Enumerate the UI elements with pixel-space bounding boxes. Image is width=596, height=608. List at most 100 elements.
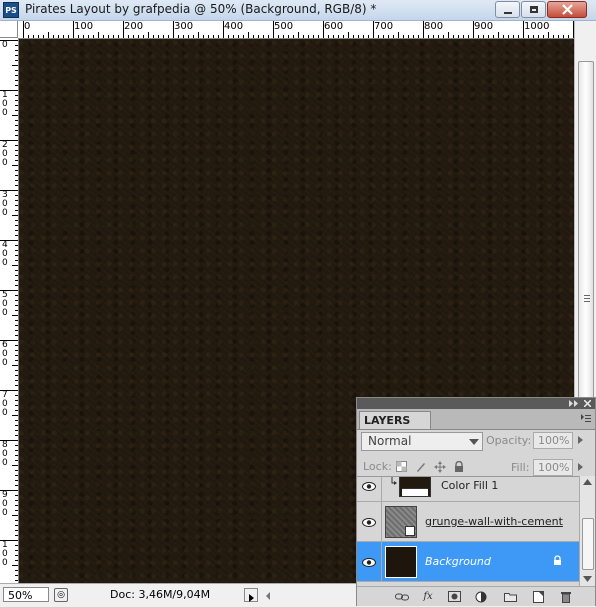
ruler-tick	[15, 550, 18, 551]
ruler-tick	[358, 35, 359, 38]
status-menu-button[interactable]	[244, 588, 258, 602]
photoshop-app-icon[interactable]: PS	[3, 2, 19, 18]
ruler-tick	[393, 35, 394, 38]
smart-object-icon	[405, 526, 415, 536]
opacity-field[interactable]: 100%	[533, 432, 573, 449]
ruler-tick	[15, 555, 18, 556]
horizontal-ruler[interactable]: 0 100 200 300 400 500 600 700 800 900 10…	[18, 21, 574, 39]
ruler-tick	[15, 230, 18, 231]
ruler-label: 400	[2, 240, 8, 268]
ruler-tick	[15, 70, 18, 71]
close-icon[interactable]	[584, 400, 591, 407]
lock-label: Lock:	[363, 460, 392, 473]
panel-header[interactable]	[357, 398, 595, 409]
mask-icon[interactable]	[447, 590, 461, 603]
ruler-tick	[543, 35, 544, 38]
ruler-tick	[15, 275, 18, 276]
ruler-tick	[533, 35, 534, 38]
ruler-tick	[413, 35, 414, 38]
ruler-tick	[453, 35, 454, 38]
ruler-tick	[63, 35, 64, 38]
ruler-tick	[15, 445, 18, 446]
layer-row-grunge[interactable]: grunge-wall-with-cement	[357, 502, 579, 542]
ruler-tick	[408, 35, 409, 38]
ruler-tick	[433, 35, 434, 38]
vertical-ruler[interactable]: 0 100 200 300 400 500 600 700 800 900 10…	[0, 38, 19, 583]
ruler-tick	[298, 32, 299, 38]
ruler-tick	[12, 65, 18, 66]
ruler-tick	[278, 35, 279, 38]
ruler-tick	[553, 35, 554, 38]
collapse-icon[interactable]	[569, 400, 579, 407]
ruler-tick	[503, 35, 504, 38]
document-size[interactable]: Doc: 3,46M/9,04M	[110, 588, 210, 601]
ruler-tick	[458, 35, 459, 38]
ruler-origin[interactable]	[0, 21, 18, 38]
lock-all-icon[interactable]	[452, 460, 465, 473]
ruler-tick	[15, 50, 18, 51]
tab-layers[interactable]: LAYERS	[359, 411, 431, 429]
panel-menu-icon[interactable]	[581, 414, 591, 423]
ruler-tick	[15, 450, 18, 451]
ruler-tick	[15, 475, 18, 476]
ruler-label: 500	[2, 290, 8, 318]
blend-mode-value: Normal	[368, 434, 412, 448]
scroll-left-button[interactable]	[262, 588, 276, 602]
layer-thumbnail	[399, 477, 431, 497]
scroll-down-icon[interactable]	[583, 576, 592, 582]
ruler-tick	[15, 295, 18, 296]
ruler-tick	[12, 465, 18, 466]
minimize-icon	[503, 11, 512, 14]
ruler-tick	[103, 35, 104, 38]
opacity-slider-arrow-icon[interactable]	[578, 436, 583, 444]
trash-icon[interactable]	[559, 590, 573, 603]
ruler-tick	[133, 35, 134, 38]
ruler-tick	[15, 455, 18, 456]
ruler-tick	[468, 35, 469, 38]
status-info-icon[interactable]: ◎	[54, 588, 68, 602]
lock-move-icon[interactable]	[433, 460, 446, 473]
ruler-tick	[523, 21, 524, 38]
lock-transparency-icon[interactable]	[395, 460, 408, 473]
new-layer-icon[interactable]	[531, 590, 545, 603]
ruler-tick	[15, 570, 18, 571]
fill-field[interactable]: 100%	[533, 459, 573, 476]
ruler-tick	[113, 35, 114, 38]
ruler-tick	[12, 265, 18, 266]
ruler-tick	[418, 35, 419, 38]
ruler-tick	[493, 35, 494, 38]
fill-slider-arrow-icon[interactable]	[578, 463, 583, 471]
layers-panel: LAYERS Normal Opacity: 100% Lock: Fill: …	[356, 397, 596, 606]
ruler-tick	[423, 21, 424, 38]
ruler-tick	[15, 100, 18, 101]
ruler-tick	[15, 170, 18, 171]
ruler-tick	[15, 335, 18, 336]
layers-scrollbar[interactable]	[579, 476, 595, 586]
lock-paint-icon[interactable]	[414, 460, 427, 473]
restore-button[interactable]	[521, 1, 546, 18]
eye-icon[interactable]	[359, 512, 379, 532]
adjustment-icon[interactable]	[474, 590, 488, 603]
minimize-button[interactable]	[495, 1, 520, 18]
scroll-up-icon[interactable]	[583, 479, 592, 485]
layer-row-color-fill[interactable]: Color Fill 1	[357, 477, 579, 502]
blend-mode-select[interactable]: Normal	[361, 432, 483, 451]
ruler-tick	[0, 540, 18, 541]
ruler-tick	[303, 35, 304, 38]
layer-row-background[interactable]: Background	[357, 542, 579, 582]
eye-icon[interactable]	[359, 477, 379, 496]
link-icon[interactable]	[395, 590, 409, 603]
ruler-tick	[15, 360, 18, 361]
ruler-tick	[473, 21, 474, 38]
group-icon[interactable]	[503, 590, 517, 603]
eye-icon[interactable]	[359, 552, 379, 572]
close-button[interactable]	[547, 1, 587, 18]
fill-mask-thumbnail	[402, 488, 428, 496]
chevron-left-icon	[266, 592, 270, 600]
ruler-label: 700	[2, 390, 8, 418]
ruler-tick	[568, 35, 569, 38]
ruler-tick	[163, 35, 164, 38]
zoom-field[interactable]: 50%	[3, 587, 49, 602]
scrollbar-thumb[interactable]	[582, 518, 594, 570]
fx-icon[interactable]: fx	[421, 590, 435, 603]
